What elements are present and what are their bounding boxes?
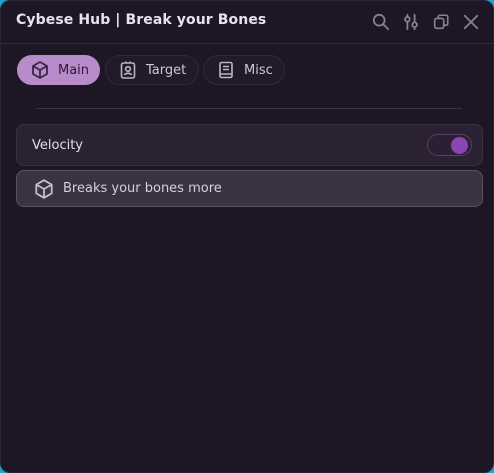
info-label-text: Breaks your bones more [63, 181, 222, 196]
tab-target[interactable]: Target [105, 55, 199, 85]
section-divider [37, 108, 462, 109]
title-bar[interactable]: Cybese Hub | Break your Bones [1, 1, 493, 44]
toggle-label: Velocity [32, 137, 83, 153]
tab-label: Target [146, 62, 187, 78]
cube-icon [33, 178, 55, 200]
switch-knob [451, 137, 468, 154]
tab-label: Misc [244, 62, 273, 78]
app-window: Cybese Hub | Break your Bones Main Targe… [0, 0, 494, 473]
search-icon[interactable] [371, 12, 391, 32]
velocity-switch[interactable] [427, 134, 472, 156]
cube-icon [30, 60, 50, 80]
tab-misc[interactable]: Misc [203, 55, 285, 85]
book-icon [216, 60, 236, 80]
velocity-toggle-row[interactable]: Velocity [16, 124, 483, 166]
window-title: Cybese Hub | Break your Bones [16, 12, 267, 28]
info-label-row: Breaks your bones more [16, 170, 483, 207]
id-badge-icon [118, 60, 138, 80]
sliders-icon[interactable] [401, 12, 421, 32]
minimize-icon[interactable] [431, 12, 451, 32]
tab-label: Main [58, 62, 90, 78]
tab-main[interactable]: Main [17, 55, 100, 85]
close-icon[interactable] [461, 12, 481, 32]
